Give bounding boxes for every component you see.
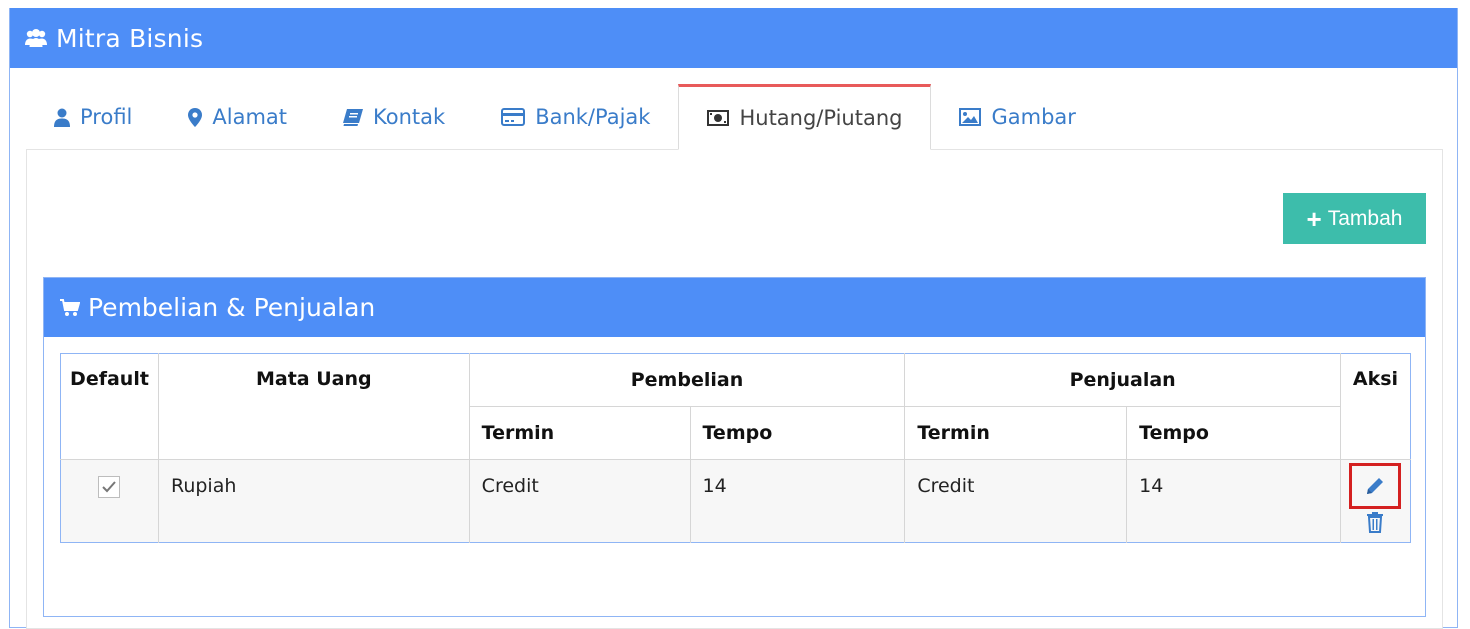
- book-icon: [343, 108, 364, 126]
- tab-label: Gambar: [991, 105, 1076, 129]
- user-icon: [54, 108, 70, 127]
- column-header-purchase: Pembelian: [469, 353, 906, 407]
- edit-button[interactable]: [1349, 463, 1402, 509]
- tab-hutang-piutang[interactable]: Hutang/Piutang: [678, 84, 932, 150]
- column-header-purchase-due: Tempo: [690, 406, 906, 460]
- tab-label: Hutang/Piutang: [739, 106, 903, 130]
- money-icon: [707, 110, 730, 126]
- column-header-purchase-term: Termin: [469, 406, 691, 460]
- tab-gambar[interactable]: Gambar: [931, 84, 1103, 150]
- purchase-sales-panel: Pembelian & Penjualan Default Mata Uang …: [43, 277, 1426, 617]
- tab-alamat[interactable]: Alamat: [160, 84, 315, 150]
- tab-content: + Tambah Pembelian & Penjualan Default M…: [26, 149, 1443, 629]
- page-title: Mitra Bisnis: [56, 23, 204, 53]
- section-header: Pembelian & Penjualan: [44, 278, 1425, 337]
- pencil-icon: [1367, 478, 1384, 494]
- trash-icon[interactable]: [1365, 511, 1385, 533]
- credit-card-icon: [501, 108, 526, 126]
- sales-due-cell: 14: [1126, 459, 1341, 543]
- column-header-default: Default: [60, 353, 159, 460]
- currency-cell: Rupiah: [158, 459, 470, 543]
- tab-label: Profil: [80, 105, 133, 129]
- mitra-bisnis-panel: Mitra Bisnis Profil Alamat Kontak Bank/P…: [9, 8, 1458, 629]
- currency-terms-table: Default Mata Uang Pembelian Penjualan Ak…: [60, 353, 1411, 543]
- purchase-due-cell: 14: [690, 459, 906, 543]
- tab-profil[interactable]: Profil: [26, 84, 160, 150]
- column-header-sales: Penjualan: [904, 353, 1341, 407]
- actions-cell: [1340, 459, 1411, 543]
- cart-icon: [60, 298, 80, 317]
- tab-kontak[interactable]: Kontak: [315, 84, 473, 150]
- check-icon: [102, 481, 117, 493]
- add-button-label: Tambah: [1327, 206, 1403, 230]
- tab-label: Alamat: [212, 105, 288, 129]
- column-header-sales-due: Tempo: [1126, 406, 1341, 460]
- panel-header: Mitra Bisnis: [10, 8, 1457, 68]
- section-title: Pembelian & Penjualan: [88, 293, 376, 322]
- tab-bank-pajak[interactable]: Bank/Pajak: [473, 84, 678, 150]
- table-row: Rupiah Credit 14 Credit 14: [60, 459, 1411, 543]
- tab-bar: Profil Alamat Kontak Bank/Pajak Hutang/P…: [26, 84, 1104, 150]
- plus-icon: +: [1306, 203, 1322, 234]
- users-icon: [24, 28, 48, 48]
- add-button[interactable]: + Tambah: [1283, 193, 1426, 244]
- default-checkbox[interactable]: [98, 476, 121, 498]
- default-cell: [60, 459, 159, 543]
- column-header-actions: Aksi: [1340, 353, 1411, 460]
- tab-label: Kontak: [373, 105, 446, 129]
- sales-term-cell: Credit: [904, 459, 1128, 543]
- map-marker-icon: [188, 107, 203, 127]
- tab-label: Bank/Pajak: [535, 105, 651, 129]
- column-header-sales-term: Termin: [904, 406, 1128, 460]
- image-icon: [959, 108, 982, 126]
- purchase-term-cell: Credit: [469, 459, 691, 543]
- column-header-currency: Mata Uang: [158, 353, 470, 460]
